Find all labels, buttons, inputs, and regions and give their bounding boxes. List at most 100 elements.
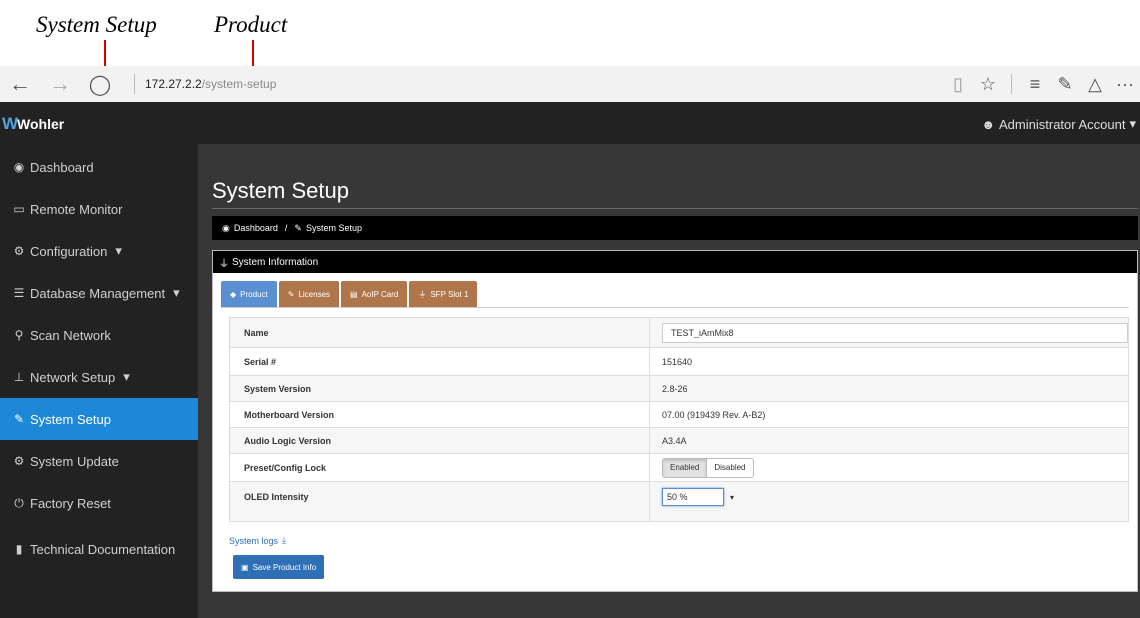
table-row: Name: [229, 317, 1129, 348]
tab-label: SFP Slot 1: [430, 289, 469, 299]
tab-label: Licenses: [298, 289, 331, 299]
url-host: 172.27.2.2: [145, 77, 202, 91]
tab-product[interactable]: ◆ Product: [221, 281, 277, 307]
page-title: System Setup: [212, 178, 349, 203]
system-logs-link[interactable]: System logs ⤓: [229, 535, 286, 546]
reading-view-icon[interactable]: ▯: [943, 74, 973, 95]
address-bar[interactable]: 172.27.2.2/system-setup: [145, 77, 276, 91]
tag-icon: ◆: [230, 289, 237, 299]
row-label-name: Name: [229, 317, 650, 348]
sidebar-item-label: Remote Monitor: [30, 201, 123, 217]
gear-icon: ⚙: [13, 454, 25, 468]
sidebar-item-label: System Setup: [30, 411, 111, 427]
table-row: OLED Intensity 50 % ▾: [229, 481, 1129, 522]
wohler-logo-icon: W: [2, 114, 18, 133]
hub-icon[interactable]: ≡: [1020, 74, 1050, 95]
share-icon[interactable]: △: [1080, 74, 1110, 95]
tab-licenses[interactable]: ✎ Licenses: [278, 281, 340, 307]
breadcrumb: ◉ Dashboard / ✎ System Setup: [212, 216, 1138, 240]
forward-icon[interactable]: →: [40, 71, 80, 97]
row-label-motherboard: Motherboard Version: [229, 401, 650, 428]
chevron-down-icon: ▾: [173, 285, 180, 300]
table-row: Audio Logic Version A3.4A: [229, 427, 1129, 454]
sidebar-item-label: Dashboard: [30, 159, 94, 175]
main-content: System Setup ◉ Dashboard / ✎ System Setu…: [198, 144, 1140, 618]
sidebar-item-dashboard[interactable]: ◉ Dashboard: [0, 146, 198, 188]
tab-sfp-slot-1[interactable]: ⏚ SFP Slot 1: [409, 281, 478, 307]
back-icon[interactable]: ←: [0, 71, 40, 97]
plug-icon: ⏚: [418, 289, 427, 299]
notes-icon[interactable]: ✎: [1050, 74, 1080, 95]
sidebar-item-technical-documentation[interactable]: ▮ Technical Documentation: [0, 528, 198, 570]
chevron-down-icon: ▾: [1129, 116, 1136, 131]
sidebar-item-label: Technical Documentation: [30, 541, 176, 557]
sitemap-icon: ⊥: [13, 370, 25, 384]
table-row: Preset/Config Lock Enabled Disabled: [229, 453, 1129, 482]
sidebar-item-system-setup[interactable]: ✎ System Setup: [0, 398, 198, 440]
chevron-down-icon: ▾: [123, 369, 130, 384]
product-info-table: Name Serial # 151640 System Version 2.8-…: [229, 317, 1129, 522]
motherboard-value: 07.00 (919439 Rev. A-B2): [649, 401, 1129, 428]
breadcrumb-current: System Setup: [305, 223, 362, 233]
sidebar-item-system-update[interactable]: ⚙ System Update: [0, 440, 198, 482]
logo-text: Wohler: [17, 116, 65, 132]
row-label-audio-logic: Audio Logic Version: [229, 427, 650, 454]
system-logs-label: System logs: [229, 535, 279, 546]
tab-bar: ◆ Product ✎ Licenses ▤ AoIP Card ⏚ SFP S…: [221, 281, 478, 307]
sidebar-item-remote-monitor[interactable]: ▭ Remote Monitor: [0, 188, 198, 230]
card-icon: ▤: [350, 289, 358, 299]
user-icon: ☻: [981, 116, 996, 132]
row-value-cell: [649, 317, 1129, 348]
tab-aoip-card[interactable]: ▤ AoIP Card: [341, 281, 408, 307]
wrench-icon: ✎: [294, 222, 302, 233]
sidebar-item-factory-reset[interactable]: ⏻ Factory Reset: [0, 482, 198, 524]
disabled-button[interactable]: Disabled: [707, 459, 752, 477]
browser-toolbar: ← → ◯ 172.27.2.2/system-setup ▯ ☆ ≡ ✎ △ …: [0, 66, 1140, 102]
title-divider: [212, 208, 1138, 209]
sidebar-item-configuration[interactable]: ⚙ Configuration ▾: [0, 230, 198, 272]
audio-logic-value: A3.4A: [649, 427, 1129, 454]
system-information-panel: ⏚ System Information ◆ Product ✎ License…: [212, 250, 1138, 592]
favorite-star-icon[interactable]: ☆: [973, 74, 1003, 95]
account-menu[interactable]: ☻ Administrator Account ▾: [981, 116, 1136, 132]
name-input[interactable]: [662, 322, 1128, 343]
callout-system-setup: System Setup: [36, 12, 157, 37]
row-value-cell: Enabled Disabled: [649, 453, 1129, 482]
search-icon: ⚲: [14, 328, 24, 342]
sidebar-item-database-management[interactable]: ☰ Database Management ▾: [0, 272, 198, 314]
sidebar-item-scan-network[interactable]: ⚲ Scan Network: [0, 314, 198, 356]
save-product-info-button[interactable]: ▣ Save Product Info: [233, 555, 325, 579]
row-label-config-lock: Preset/Config Lock: [229, 453, 650, 482]
row-label-serial: Serial #: [229, 347, 650, 376]
tab-label: Product: [240, 289, 268, 299]
config-lock-toggle: Enabled Disabled: [662, 457, 754, 478]
enabled-button[interactable]: Enabled: [663, 458, 708, 477]
screenshot-root: System Setup Product ← → ◯ 172.27.2.2/sy…: [0, 0, 1140, 618]
oled-intensity-select[interactable]: 50 % ▾: [662, 488, 734, 506]
plug-icon: ⏚: [219, 258, 229, 270]
sidebar-item-label: Scan Network: [30, 327, 111, 343]
save-icon: ▣: [241, 562, 249, 572]
account-label: Administrator Account: [999, 116, 1126, 132]
sidebar-item-label: Network Setup: [30, 369, 116, 385]
logo[interactable]: W Wohler: [2, 114, 64, 134]
table-row: System Version 2.8-26: [229, 375, 1129, 402]
wrench-icon: ✎: [13, 412, 25, 426]
save-button-label: Save Product Info: [252, 562, 317, 572]
refresh-icon[interactable]: ◯: [80, 72, 120, 97]
cogs-icon: ⚙: [13, 244, 25, 258]
download-icon: ⤓: [282, 535, 287, 545]
sidebar: ◉ Dashboard ▭ Remote Monitor ⚙ Configura…: [0, 144, 198, 618]
sidebar-item-label: Factory Reset: [30, 495, 111, 511]
sidebar-item-label: Configuration: [30, 243, 108, 259]
breadcrumb-dashboard-link[interactable]: Dashboard: [234, 223, 278, 233]
url-path: /system-setup: [201, 77, 277, 91]
tab-label: AoIP Card: [361, 289, 399, 299]
sidebar-item-network-setup[interactable]: ⊥ Network Setup ▾: [0, 356, 198, 398]
monitor-icon: ▭: [13, 202, 25, 216]
oled-intensity-value[interactable]: 50 %: [662, 488, 724, 506]
chevron-down-icon[interactable]: ▾: [730, 493, 734, 502]
panel-header: ⏚ System Information: [213, 251, 1137, 273]
row-label-system-version: System Version: [229, 375, 650, 402]
more-icon[interactable]: ···: [1110, 74, 1140, 95]
